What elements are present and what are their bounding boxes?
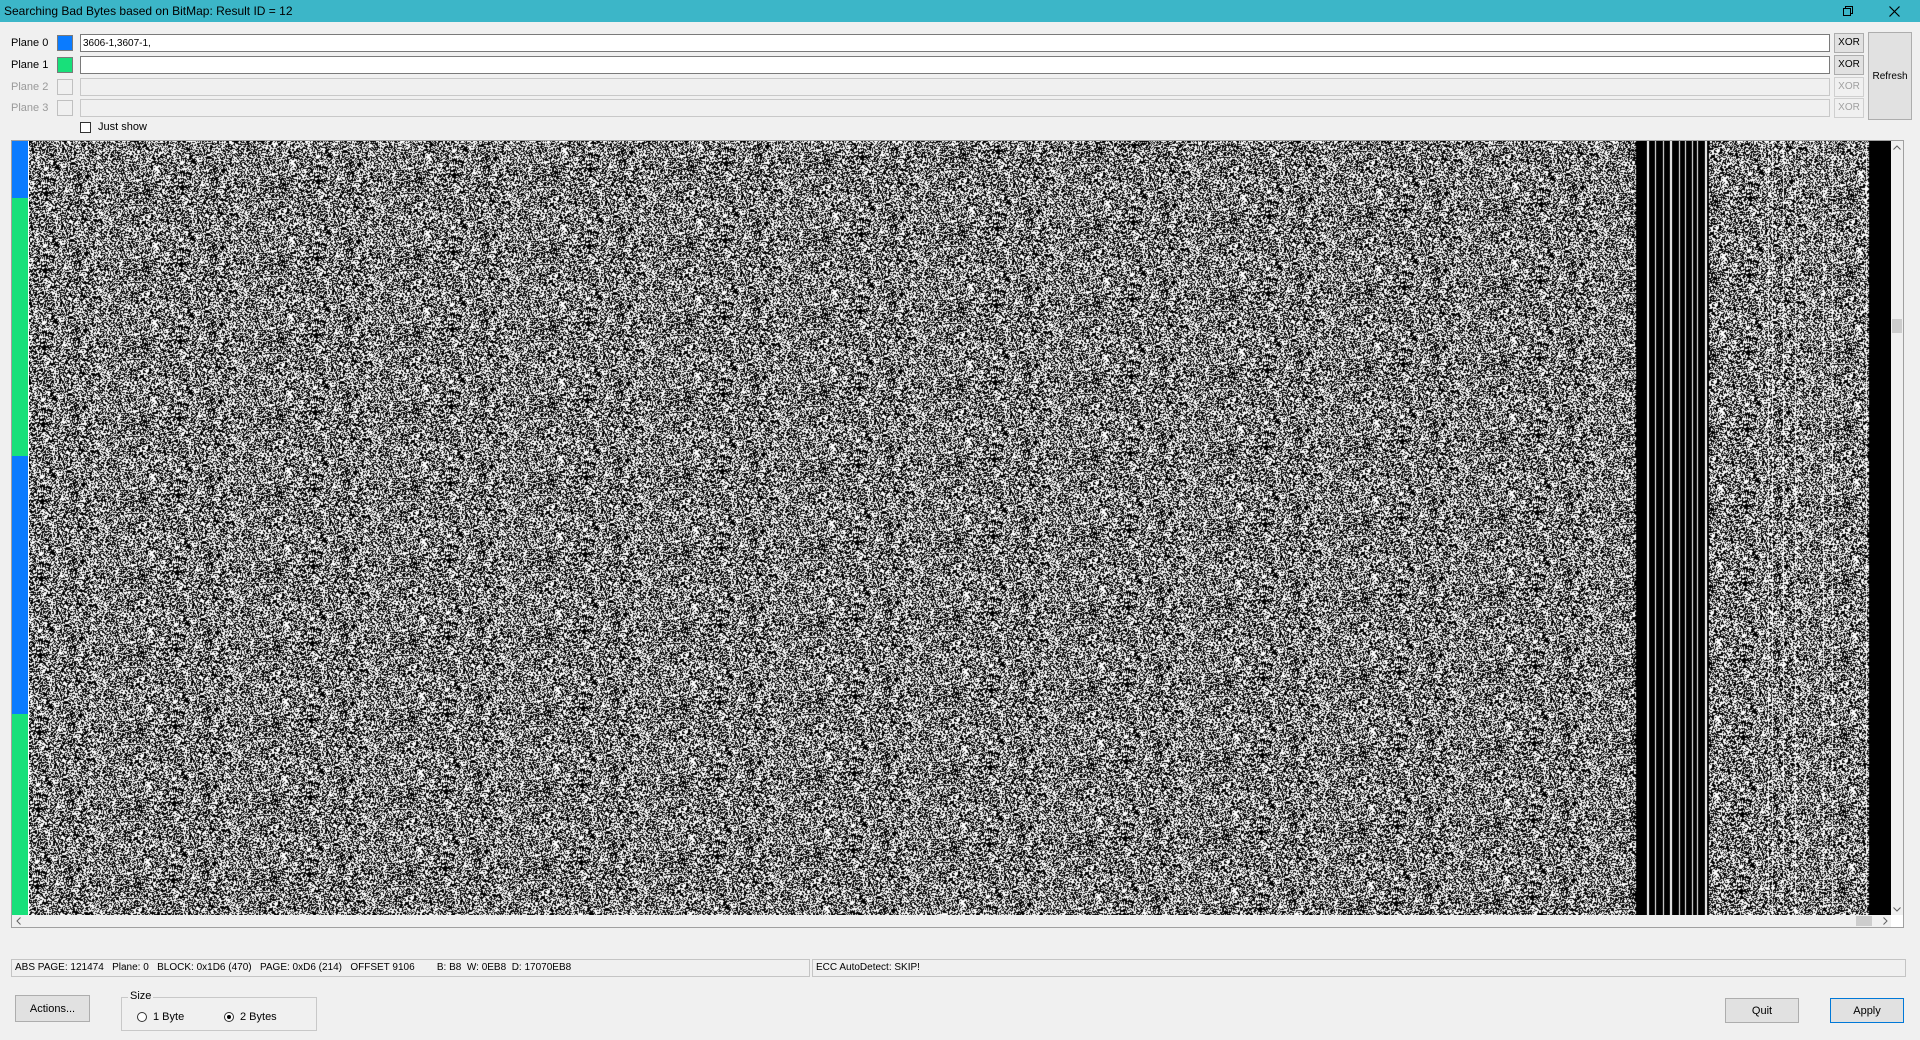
plane-3-label: Plane 3 <box>11 102 49 114</box>
scroll-down-arrow-icon[interactable] <box>1891 903 1903 915</box>
size-2-bytes-label: 2 Bytes <box>240 1011 277 1023</box>
radio-selected-dot <box>227 1015 231 1019</box>
horizontal-scrollbar[interactable] <box>12 915 1891 927</box>
just-show-checkbox[interactable] <box>80 122 91 133</box>
restore-icon <box>1843 6 1853 16</box>
plane-1-xor-button[interactable]: XOR <box>1834 55 1864 75</box>
plane-legend-strip <box>12 141 28 915</box>
status-ecc-autodetect: ECC AutoDetect: SKIP! <box>812 959 1906 977</box>
title-bar: Searching Bad Bytes based on BitMap: Res… <box>0 0 1920 22</box>
window-title: Searching Bad Bytes based on BitMap: Res… <box>4 4 293 18</box>
close-icon <box>1888 5 1900 17</box>
legend-segment <box>12 714 28 915</box>
restore-button[interactable] <box>1828 0 1868 22</box>
plane-row-2: Plane 2 XOR <box>0 77 1866 97</box>
plane-1-label: Plane 1 <box>11 59 49 71</box>
plane-3-input <box>80 99 1830 117</box>
plane-0-label: Plane 0 <box>11 37 49 49</box>
plane-row-3: Plane 3 XOR <box>0 98 1866 118</box>
plane-row-1: Plane 1 XOR <box>0 55 1866 75</box>
vertical-scrollbar[interactable] <box>1891 141 1903 915</box>
size-1-byte-label: 1 Byte <box>153 1011 185 1023</box>
plane-2-color-swatch <box>57 79 73 95</box>
legend-segment <box>12 456 28 714</box>
plane-2-label: Plane 2 <box>11 81 49 93</box>
size-1-byte-radio[interactable] <box>137 1012 147 1022</box>
plane-0-xor-button[interactable]: XOR <box>1834 33 1864 53</box>
plane-2-xor-button: XOR <box>1834 77 1864 97</box>
scroll-right-arrow-icon[interactable] <box>1879 915 1891 927</box>
refresh-button[interactable]: Refresh <box>1868 32 1912 120</box>
plane-3-color-swatch <box>57 100 73 116</box>
plane-0-input[interactable] <box>80 34 1830 52</box>
plane-row-0: Plane 0 XOR <box>0 33 1866 53</box>
legend-segment <box>12 198 28 456</box>
close-button[interactable] <box>1874 0 1914 22</box>
scroll-up-arrow-icon[interactable] <box>1891 141 1903 153</box>
size-group: Size 1 Byte 2 Bytes <box>121 990 317 1031</box>
plane-1-color-swatch[interactable] <box>57 57 73 73</box>
horizontal-scroll-thumb[interactable] <box>1856 916 1872 926</box>
status-page-info: ABS PAGE: 121474 Plane: 0 BLOCK: 0x1D6 (… <box>11 959 810 977</box>
scroll-left-arrow-icon[interactable] <box>12 915 24 927</box>
plane-2-input <box>80 78 1830 96</box>
apply-button[interactable]: Apply <box>1830 998 1904 1023</box>
plane-1-input[interactable] <box>80 56 1830 74</box>
just-show-label: Just show <box>98 121 147 133</box>
quit-button[interactable]: Quit <box>1725 998 1799 1023</box>
plane-3-xor-button: XOR <box>1834 98 1864 118</box>
legend-segment <box>12 141 28 198</box>
size-group-legend: Size <box>128 990 154 1002</box>
bitmap-canvas[interactable] <box>29 141 1891 915</box>
plane-0-color-swatch[interactable] <box>57 35 73 51</box>
size-2-bytes-radio[interactable] <box>224 1012 234 1022</box>
actions-button[interactable]: Actions... <box>15 995 90 1022</box>
vertical-scroll-thumb[interactable] <box>1892 319 1902 333</box>
bitmap-view <box>11 140 1904 928</box>
